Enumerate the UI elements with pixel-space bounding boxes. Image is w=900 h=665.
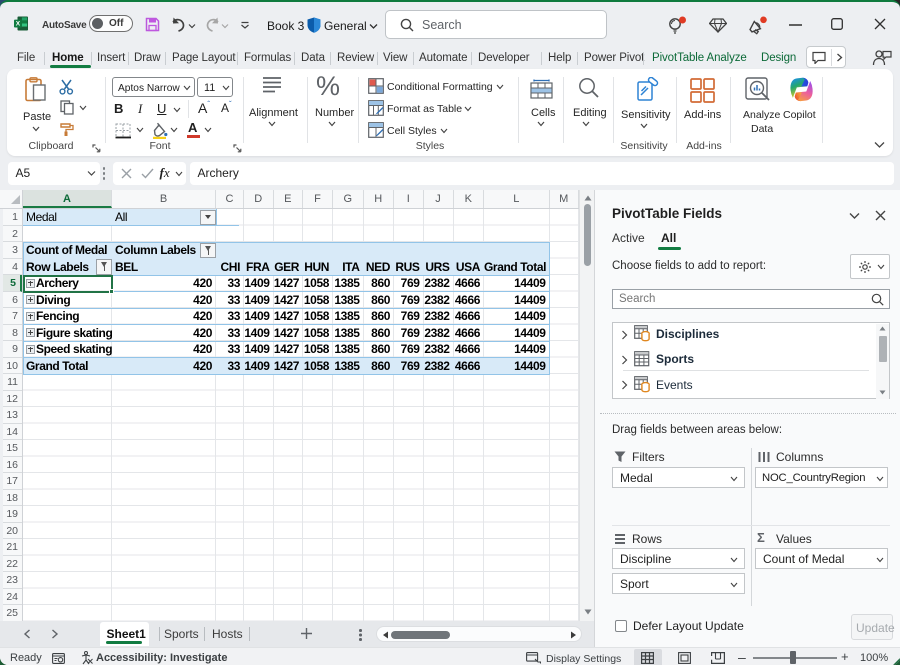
- svg-text:X: X: [16, 21, 21, 28]
